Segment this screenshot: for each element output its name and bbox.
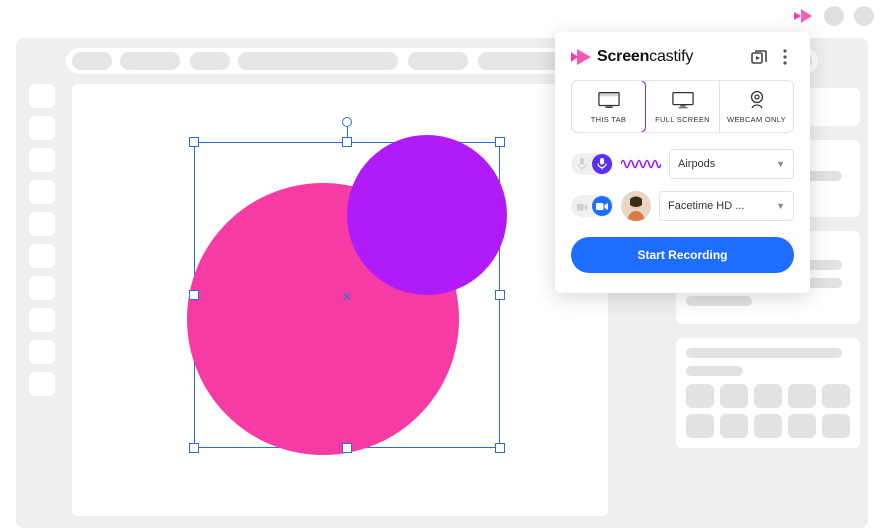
- webcam-preview-avatar: [621, 191, 651, 221]
- avatar-placeholder-icon: [824, 6, 844, 26]
- mic-toggle[interactable]: [571, 153, 613, 175]
- mic-on-icon: [592, 154, 612, 174]
- handle-left[interactable]: [189, 290, 199, 300]
- cam-on-icon: [592, 196, 612, 216]
- handle-bottom[interactable]: [342, 443, 352, 453]
- audio-waveform-icon: [621, 156, 661, 172]
- cam-toggle[interactable]: [571, 195, 613, 217]
- extension-logo-icon[interactable]: [794, 9, 812, 23]
- tab-full-screen[interactable]: FULL SCREEN: [645, 81, 719, 132]
- webcam-icon: [746, 91, 768, 109]
- brand: Screencastify: [571, 48, 742, 66]
- start-recording-button[interactable]: Start Recording: [571, 237, 794, 273]
- cam-muted-icon: [576, 199, 588, 213]
- browser-topbar: [0, 0, 884, 34]
- monitor-icon: [672, 91, 694, 109]
- left-sidebar: [22, 84, 62, 404]
- handle-top-left[interactable]: [189, 137, 199, 147]
- record-mode-tabs: THIS TAB FULL SCREEN WEBCAM ONLY: [571, 80, 794, 133]
- mic-muted-icon: [576, 157, 588, 171]
- cam-device-select[interactable]: Facetime HD ... ▼: [659, 191, 794, 221]
- tab-label: THIS TAB: [591, 115, 626, 124]
- more-menu-icon[interactable]: [776, 48, 794, 66]
- handle-bottom-left[interactable]: [189, 443, 199, 453]
- avatar-placeholder-icon: [854, 6, 874, 26]
- mic-device-label: Airpods: [678, 158, 715, 170]
- tab-label: FULL SCREEN: [655, 115, 710, 124]
- tab-this-tab[interactable]: THIS TAB: [571, 80, 646, 133]
- tab-label: WEBCAM ONLY: [727, 115, 786, 124]
- brand-name-bold: Screen: [597, 48, 649, 65]
- library-icon[interactable]: [750, 48, 768, 66]
- selection-box[interactable]: ✕: [194, 142, 500, 448]
- cam-device-label: Facetime HD ...: [668, 200, 744, 212]
- handle-bottom-right[interactable]: [495, 443, 505, 453]
- tab-icon: [598, 91, 620, 109]
- design-canvas[interactable]: ✕: [72, 84, 608, 516]
- screencastify-popover: Screencastify THIS TAB FULL SCREEN WEBCA…: [555, 32, 810, 293]
- chevron-down-icon: ▼: [776, 159, 785, 169]
- center-marker-icon: ✕: [342, 290, 352, 304]
- brand-logo-icon: [571, 49, 591, 65]
- handle-top-right[interactable]: [495, 137, 505, 147]
- brand-name-rest: castify: [649, 48, 693, 65]
- shape-purple-circle[interactable]: [347, 135, 507, 295]
- handle-right[interactable]: [495, 290, 505, 300]
- mic-row: Airpods ▼: [571, 149, 794, 179]
- mic-device-select[interactable]: Airpods ▼: [669, 149, 794, 179]
- tab-webcam-only[interactable]: WEBCAM ONLY: [719, 81, 793, 132]
- chevron-down-icon: ▼: [776, 201, 785, 211]
- handle-top[interactable]: [342, 137, 352, 147]
- cam-row: Facetime HD ... ▼: [571, 191, 794, 221]
